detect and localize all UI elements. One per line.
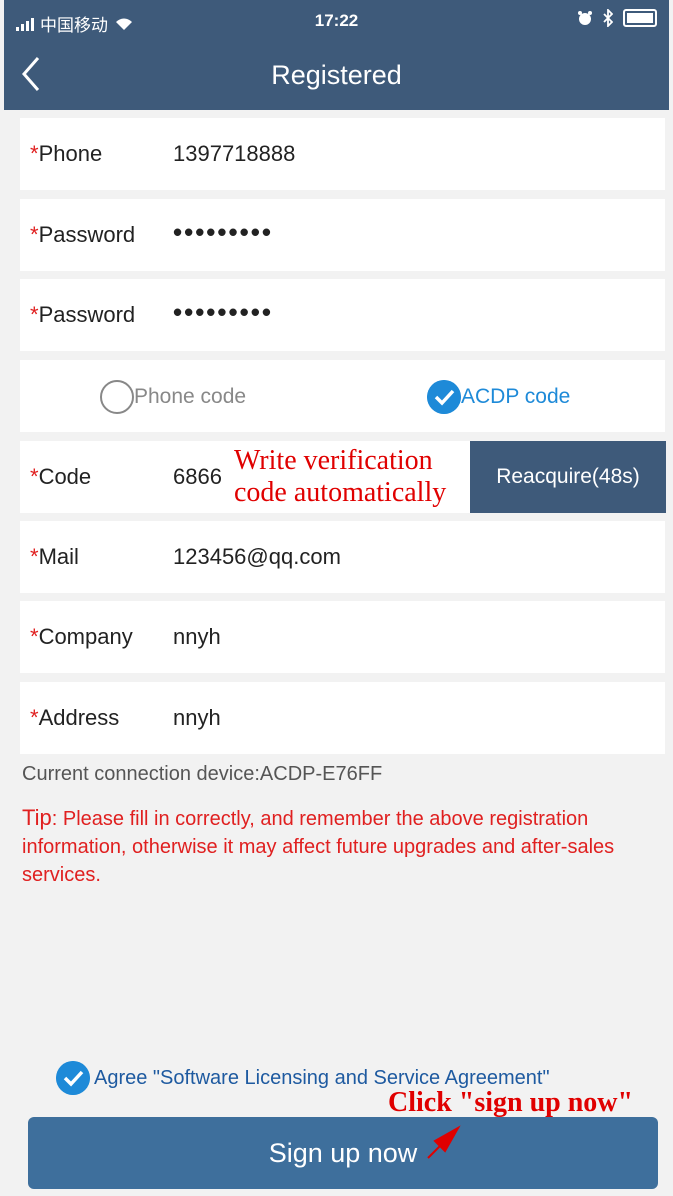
code-annotation: Write verification code automatically	[234, 445, 447, 508]
phone-field[interactable]: *Phone 1397718888	[20, 118, 665, 190]
check-circle-icon	[56, 1061, 90, 1095]
radio-unchecked-icon	[100, 380, 134, 414]
phone-input[interactable]: 1397718888	[173, 141, 295, 167]
battery-icon	[623, 9, 657, 27]
company-input[interactable]: nnyh	[173, 624, 221, 650]
signup-annotation: Click "sign up now"	[388, 1087, 634, 1118]
alarm-icon	[578, 11, 592, 25]
phone-label: *Phone	[30, 141, 103, 166]
company-label: *Company	[30, 624, 133, 649]
device-info: Current connection device:ACDP-E76FF	[22, 763, 383, 785]
bluetooth-icon	[603, 9, 613, 27]
acdp-code-label: ACDP code	[461, 385, 571, 408]
acdp-code-radio[interactable]: ACDP code	[427, 380, 570, 414]
confirm-password-label: *Password	[30, 302, 136, 327]
password-input[interactable]: •••••••••	[173, 217, 273, 248]
nav-bar: Registered	[4, 44, 669, 110]
code-label: *Code	[30, 464, 92, 489]
check-circle-icon	[427, 380, 461, 414]
code-type-selector: Phone code ACDP code	[20, 360, 665, 432]
confirm-password-input[interactable]: •••••••••	[173, 297, 273, 328]
page-title: Registered	[271, 60, 402, 90]
sign-up-button[interactable]: Sign up now	[28, 1117, 658, 1189]
reacquire-button[interactable]: Reacquire(48s)	[470, 441, 666, 513]
password-field[interactable]: *Password •••••••••	[20, 199, 665, 271]
address-label: *Address	[30, 705, 120, 730]
mail-input[interactable]: 123456@qq.com	[173, 544, 341, 570]
phone-code-label: Phone code	[134, 385, 247, 408]
arrow-icon	[427, 1125, 461, 1159]
address-field[interactable]: *Address nnyh	[20, 682, 665, 754]
address-input[interactable]: nnyh	[173, 705, 221, 731]
status-bar: 中国移动 17:22	[4, 0, 669, 44]
tip-text: Tip: Please fill in correctly, and remem…	[22, 805, 615, 886]
phone-code-radio[interactable]: Phone code	[100, 380, 246, 414]
mail-label: *Mail	[30, 544, 79, 569]
status-time: 17:22	[314, 11, 359, 30]
code-input[interactable]: 6866	[173, 464, 222, 490]
mail-field[interactable]: *Mail 123456@qq.com	[20, 521, 665, 593]
company-field[interactable]: *Company nnyh	[20, 601, 665, 673]
confirm-password-field[interactable]: *Password •••••••••	[20, 279, 665, 351]
password-label: *Password	[30, 222, 136, 247]
